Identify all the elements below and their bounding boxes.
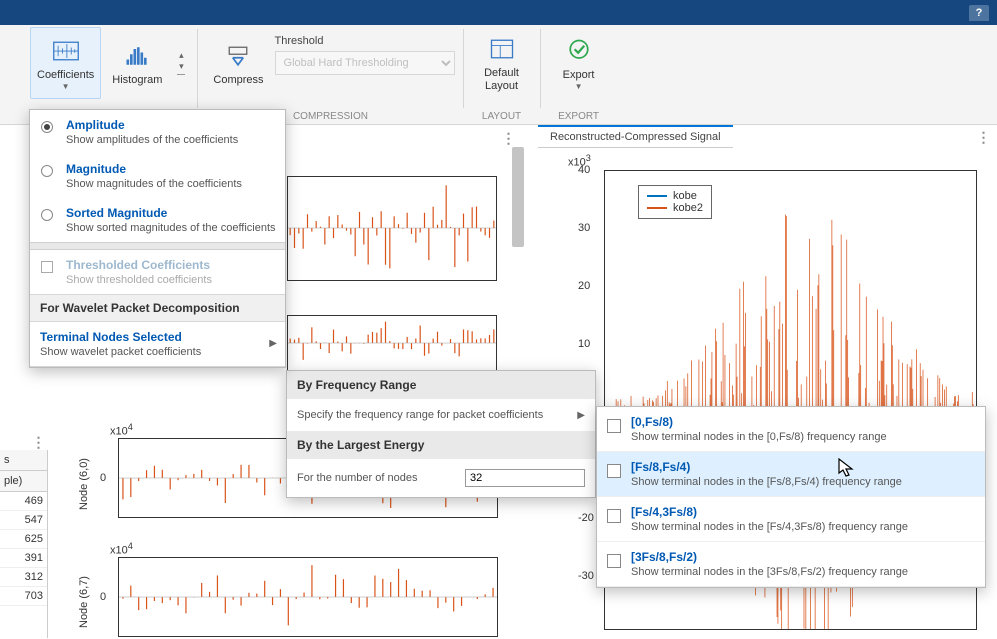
group-label-layout: LAYOUT bbox=[464, 111, 540, 122]
checkbox-icon bbox=[607, 464, 621, 478]
freq-range-option[interactable]: [Fs/4,3Fs/8)Show terminal nodes in the [… bbox=[597, 497, 985, 542]
checkbox-icon bbox=[41, 261, 53, 273]
largest-energy-header: By the Largest Energy bbox=[287, 431, 595, 459]
coefficients-label: Coefficients bbox=[37, 69, 94, 82]
freq-range-option[interactable]: [0,Fs/8)Show terminal nodes in the [0,Fs… bbox=[597, 407, 985, 452]
coefficients-icon bbox=[50, 35, 82, 67]
chevron-right-icon: ▶ bbox=[577, 410, 585, 421]
threshold-select[interactable]: Global Hard Thresholding bbox=[275, 51, 455, 75]
mini-plot-mid[interactable] bbox=[287, 315, 497, 372]
table-cell: 547 bbox=[0, 511, 47, 530]
coefficients-button[interactable]: Coefficients ▼ bbox=[30, 27, 101, 99]
freq-range-option[interactable]: [3Fs/8,Fs/2)Show terminal nodes in the [… bbox=[597, 542, 985, 587]
panel-menu-button[interactable]: ⋮ bbox=[975, 129, 991, 145]
export-label: Export bbox=[563, 69, 595, 82]
nodes-count-input[interactable] bbox=[465, 469, 585, 487]
table-cell: 625 bbox=[0, 530, 47, 549]
frequency-range-flyout: [0,Fs/8)Show terminal nodes in the [0,Fs… bbox=[596, 406, 986, 588]
checkbox-icon bbox=[607, 509, 621, 523]
legend-entry-kobe2: kobe2 bbox=[673, 202, 703, 214]
coefficients-dropdown: Amplitude Show amplitudes of the coeffic… bbox=[29, 109, 286, 368]
histogram-button[interactable]: Histogram bbox=[105, 27, 169, 99]
checkbox-icon bbox=[607, 419, 621, 433]
node-label-67: Node (6,7) bbox=[78, 576, 90, 628]
radio-on-icon bbox=[41, 121, 53, 133]
checkbox-icon bbox=[607, 554, 621, 568]
table-cell: 312 bbox=[0, 568, 47, 587]
table-header-fragment: ple) bbox=[0, 471, 47, 492]
layout-icon bbox=[486, 33, 518, 65]
table-cell: 703 bbox=[0, 587, 47, 606]
mini-plot-node-67[interactable] bbox=[118, 557, 498, 637]
tab-reconstructed-signal[interactable]: Reconstructed-Compressed Signal bbox=[538, 125, 733, 148]
table-menu-button[interactable]: ⋮ bbox=[30, 434, 46, 450]
default-layout-label: Default Layout bbox=[484, 67, 519, 93]
axis-zero-67: 0 bbox=[100, 591, 106, 603]
compress-button[interactable]: Compress bbox=[206, 27, 270, 99]
left-panel-menu-button[interactable]: ⋮ bbox=[500, 130, 516, 146]
freq-range-header: By Frequency Range bbox=[287, 371, 595, 399]
radio-icon bbox=[41, 209, 53, 221]
chevron-down-icon: ▼ bbox=[62, 82, 70, 91]
menu-terminal-nodes[interactable]: Terminal Nodes Selected Show wavelet pac… bbox=[30, 322, 285, 367]
threshold-label: Threshold bbox=[275, 35, 455, 47]
menu-sorted-magnitude[interactable]: Sorted Magnitude Show sorted magnitudes … bbox=[30, 198, 285, 242]
y-tick-label: 30 bbox=[578, 222, 991, 234]
scrollbar-thumb[interactable] bbox=[512, 147, 524, 247]
y-tick-label: 20 bbox=[578, 280, 991, 292]
y-tick-label: 40 bbox=[578, 164, 991, 176]
help-button[interactable]: ? bbox=[969, 5, 989, 21]
compress-label: Compress bbox=[213, 74, 263, 87]
radio-icon bbox=[41, 165, 53, 177]
legend-entry-kobe: kobe bbox=[673, 190, 697, 202]
table-fragment: sple)469547625391312703 bbox=[0, 450, 48, 638]
freq-range-row[interactable]: Specify the frequency range for packet c… bbox=[287, 399, 595, 431]
y-tick-label: 10 bbox=[578, 338, 991, 350]
export-button[interactable]: Export ▼ bbox=[549, 27, 609, 99]
chevron-right-icon: ▶ bbox=[269, 338, 277, 349]
table-cell: 469 bbox=[0, 492, 47, 511]
table-cell: 391 bbox=[0, 549, 47, 568]
node-label-60: Node (6,0) bbox=[78, 458, 90, 510]
chevron-down-icon: ▼ bbox=[575, 82, 583, 91]
default-layout-button[interactable]: Default Layout bbox=[472, 27, 532, 99]
histogram-label: Histogram bbox=[112, 74, 162, 87]
export-check-icon bbox=[563, 35, 595, 67]
menu-amplitude[interactable]: Amplitude Show amplitudes of the coeffic… bbox=[30, 110, 285, 154]
axis-zero-60: 0 bbox=[100, 472, 106, 484]
mini-plot-top[interactable] bbox=[287, 176, 497, 281]
mini-exp-67: x104 bbox=[110, 541, 133, 557]
largest-energy-row: For the number of nodes bbox=[287, 459, 595, 497]
freq-range-option[interactable]: [Fs/8,Fs/4)Show terminal nodes in the [F… bbox=[597, 452, 985, 497]
menu-section-header: For Wavelet Packet Decomposition bbox=[30, 294, 285, 322]
histogram-icon bbox=[121, 40, 153, 72]
menu-thresholded-coefficients: Thresholded Coefficients Show thresholde… bbox=[30, 250, 285, 294]
group-label-export: EXPORT bbox=[541, 111, 617, 122]
table-header-fragment: s bbox=[0, 450, 47, 471]
gallery-expand-button[interactable]: ▴▾ bbox=[173, 27, 189, 97]
menu-magnitude[interactable]: Magnitude Show magnitudes of the coeffic… bbox=[30, 154, 285, 198]
terminal-nodes-submenu: By Frequency Range Specify the frequency… bbox=[286, 370, 596, 498]
mini-exp-60: x104 bbox=[110, 422, 133, 438]
compress-icon bbox=[222, 40, 254, 72]
legend: kobe kobe2 bbox=[638, 185, 712, 219]
